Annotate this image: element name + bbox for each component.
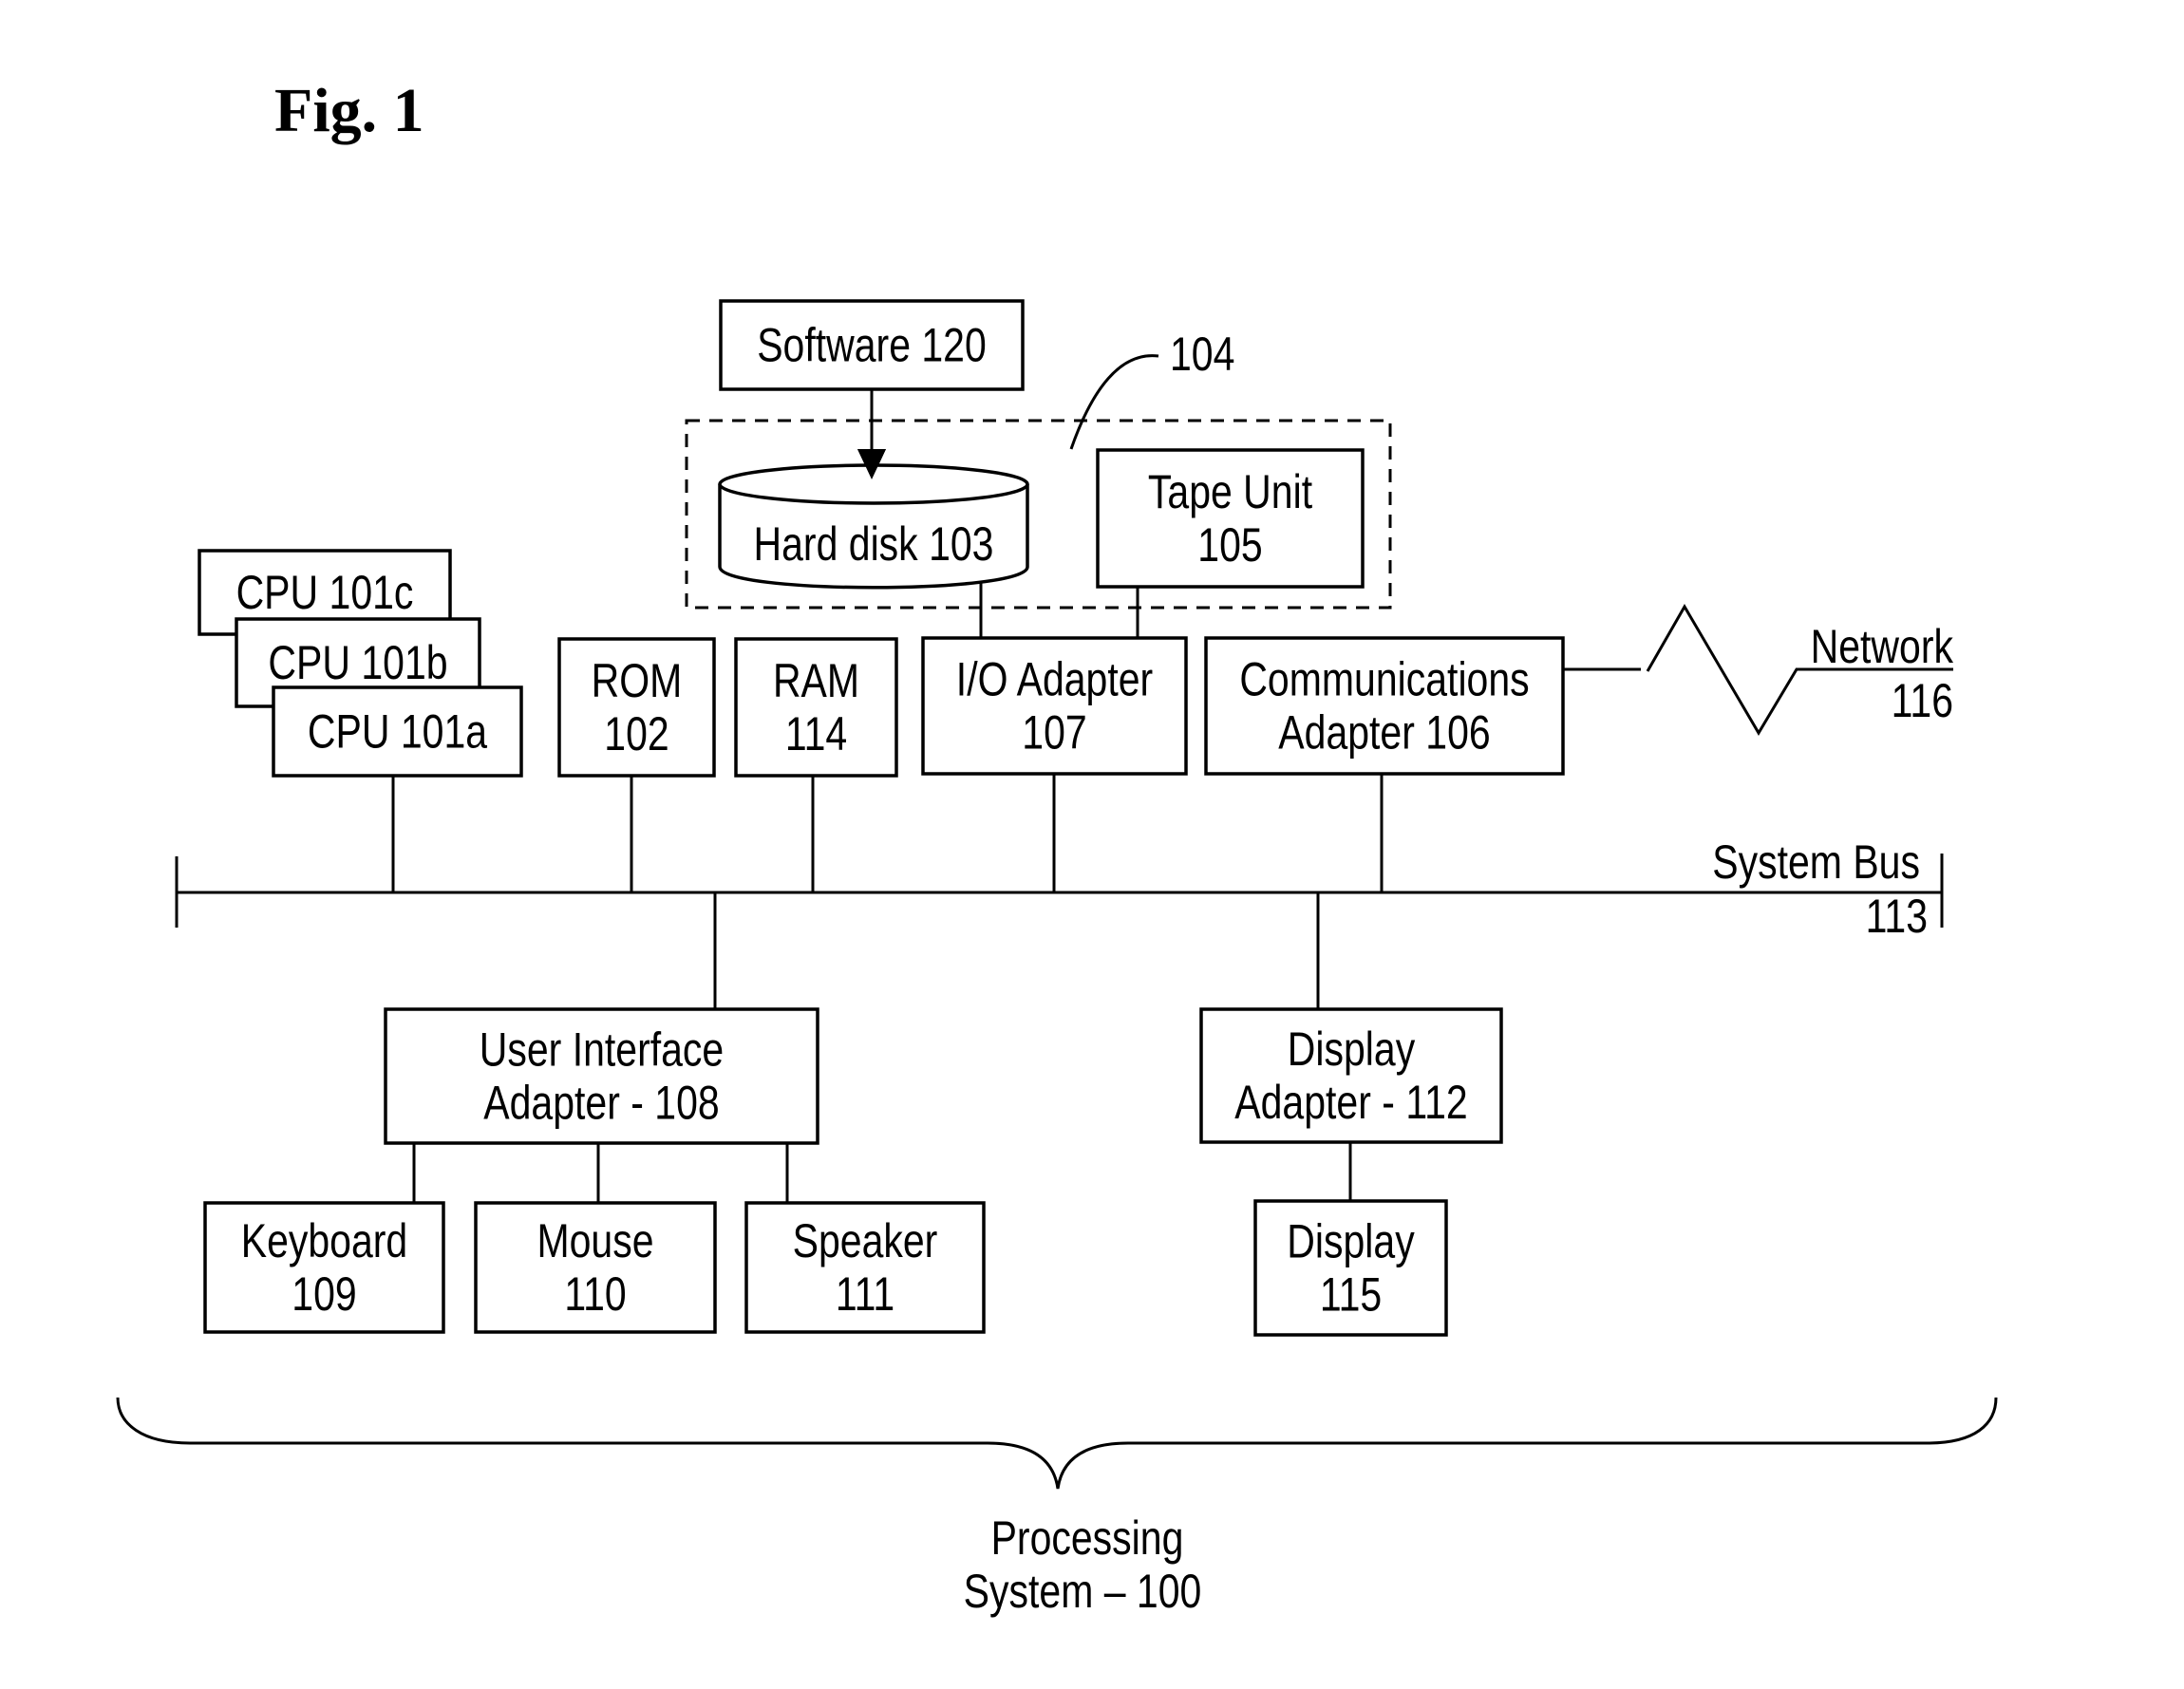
box-label: CPU 101a [308,705,488,759]
figure-title: Fig. 1 [274,76,424,145]
box-label: 107 [1022,706,1086,760]
system-bus-ref: 113 [1866,890,1928,943]
network-ref: 116 [1892,674,1953,727]
box-ui-adapter[interactable]: User InterfaceAdapter - 108 [384,1007,819,1145]
box-label: Speaker [793,1214,938,1267]
box-label: Tape Unit [1148,465,1312,518]
box-label: 110 [564,1267,626,1321]
box-label: RAM [773,654,859,707]
block-diagram: Fig. 1 104 Software 120 Tape Unit105 CPU 1… [116,76,1998,1618]
box-label: 109 [292,1267,356,1321]
box-label: Adapter - 112 [1234,1076,1467,1129]
storage-group-ref: 104 [1170,328,1234,381]
storage-leader-line [1069,354,1159,450]
box-ram[interactable]: RAM114 [734,637,898,778]
box-label: Adapter 106 [1278,706,1490,760]
system-brace [116,1397,1998,1490]
box-label: 114 [785,707,847,760]
box-cpu-a[interactable]: CPU 101a [272,685,523,778]
box-comm-adapter[interactable]: CommunicationsAdapter 106 [1204,636,1565,776]
hard-disk-103[interactable]: Hard disk 103 [718,449,1029,590]
box-label: Display [1288,1023,1416,1076]
network-label: Network [1811,620,1953,673]
box-speaker[interactable]: Speaker111 [744,1201,986,1334]
box-label: ROM [592,654,683,707]
box-display-adapter[interactable]: DisplayAdapter - 112 [1199,1007,1503,1144]
box-tape-unit[interactable]: Tape Unit105 [1096,448,1365,589]
box-label: 102 [604,707,668,760]
box-label: Mouse [537,1214,653,1267]
box-label: Communications [1239,653,1529,706]
box-label: I/O Adapter [956,653,1153,706]
box-label: Keyboard [241,1214,408,1267]
box-io-adapter[interactable]: I/O Adapter107 [921,636,1188,776]
patent-figure: Fig. 1 104 Software 120 Tape Unit 105 CPU 1… [0,0,2184,1689]
system-bus-label: System Bus [1712,835,1920,889]
caption-line-1: Processing [991,1511,1184,1565]
box-software[interactable]: Software 120 [719,299,1025,391]
box-keyboard[interactable]: Keyboard109 [203,1201,445,1334]
box-mouse[interactable]: Mouse110 [474,1201,717,1334]
box-label: Adapter - 108 [483,1077,719,1130]
box-label: Display [1287,1215,1415,1268]
box-label: CPU 101c [236,566,414,619]
box-label: 105 [1197,518,1262,572]
box-label: User Interface [480,1023,724,1077]
caption-line-2: System – 100 [964,1565,1202,1618]
hard-disk-label: Hard disk 103 [754,517,994,571]
box-rom[interactable]: ROM102 [557,637,716,778]
box-display[interactable]: Display115 [1253,1199,1448,1337]
box-label: 115 [1320,1268,1382,1322]
box-label: Software 120 [757,319,987,372]
box-label: 111 [836,1267,894,1321]
box-label: CPU 101b [268,636,447,689]
